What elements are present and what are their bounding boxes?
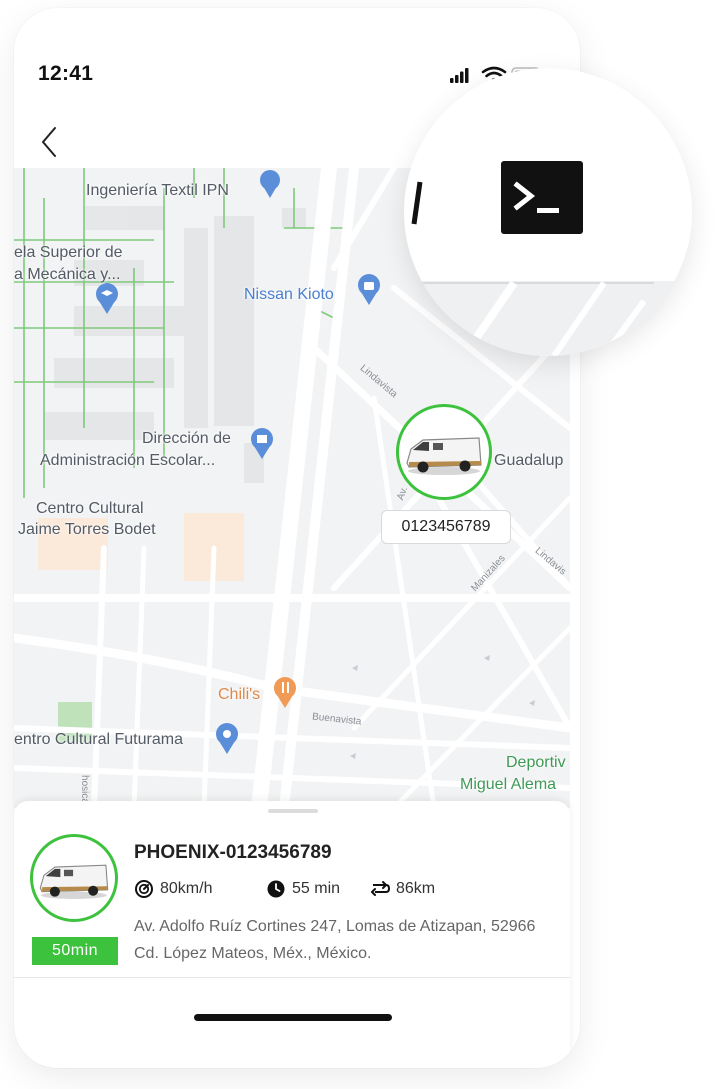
terminal-prompt-glyph bbox=[513, 181, 559, 213]
back-chevron-icon bbox=[42, 127, 56, 157]
status-time: 12:41 bbox=[38, 62, 94, 85]
map-label-deportivo-2: Miguel Alema bbox=[460, 776, 557, 793]
map-label-escuela-superior-1: ela Superior de bbox=[14, 244, 123, 261]
shopping-pin-icon bbox=[358, 274, 380, 305]
map-label-direccion-1: Dirección de bbox=[142, 430, 231, 447]
van-icon bbox=[406, 437, 482, 475]
ingenieria-pin-icon bbox=[260, 170, 280, 198]
map-label-escuela-superior-2: a Mecánica y... bbox=[14, 266, 121, 283]
duration-value: 55 min bbox=[292, 880, 341, 897]
back-button[interactable] bbox=[36, 122, 66, 162]
magnifier-edge-mark bbox=[411, 181, 423, 225]
eta-badge: 50min bbox=[32, 937, 118, 965]
speedometer-icon bbox=[135, 880, 153, 898]
clock-icon bbox=[267, 880, 285, 898]
signal-icon bbox=[450, 68, 469, 83]
sheet-divider bbox=[14, 977, 570, 978]
speed-value: 80km/h bbox=[160, 880, 213, 897]
vehicle-name: PHOENIX-0123456789 bbox=[134, 842, 332, 863]
map-label-nissan: Nissan Kioto bbox=[244, 286, 334, 303]
magnifier-map-preview bbox=[404, 281, 692, 356]
map-label-direccion-2: Administración Escolar... bbox=[40, 452, 216, 469]
map-label-centro-cultural-2: Jaime Torres Bodet bbox=[18, 521, 156, 538]
map-label-deportivo-1: Deportiv bbox=[506, 754, 566, 771]
sheet-drag-handle[interactable] bbox=[268, 809, 318, 813]
terminal-icon[interactable] bbox=[501, 161, 583, 234]
vehicle-map-marker[interactable] bbox=[396, 404, 492, 500]
vehicle-address: Av. Adolfo Ruíz Cortines 247, Lomas de A… bbox=[134, 918, 536, 962]
vehicle-plate-tag[interactable]: 0123456789 bbox=[381, 510, 511, 544]
map-label-ingenieria-textil: Ingeniería Textil IPN bbox=[86, 182, 229, 199]
vehicle-avatar bbox=[30, 834, 118, 922]
map-label-centro-cultural-1: Centro Cultural bbox=[36, 500, 144, 517]
vehicle-bottom-sheet[interactable]: 50min PHOENIX-0123456789 80km/h 55 min 8… bbox=[14, 801, 570, 1068]
map-label-futurama: entro Cultural Futurama bbox=[14, 731, 183, 748]
place-pin-icon bbox=[216, 723, 238, 754]
distance-value: 86km bbox=[396, 880, 436, 897]
van-icon bbox=[39, 864, 109, 899]
map-label-chilis: Chili's bbox=[218, 686, 261, 703]
home-indicator[interactable] bbox=[194, 1014, 392, 1021]
map-label-guadalupe: Guadalup bbox=[494, 452, 564, 469]
zoom-magnifier bbox=[404, 68, 692, 356]
route-icon bbox=[371, 881, 391, 896]
street-label-vertical: hosica bbox=[78, 775, 90, 804]
